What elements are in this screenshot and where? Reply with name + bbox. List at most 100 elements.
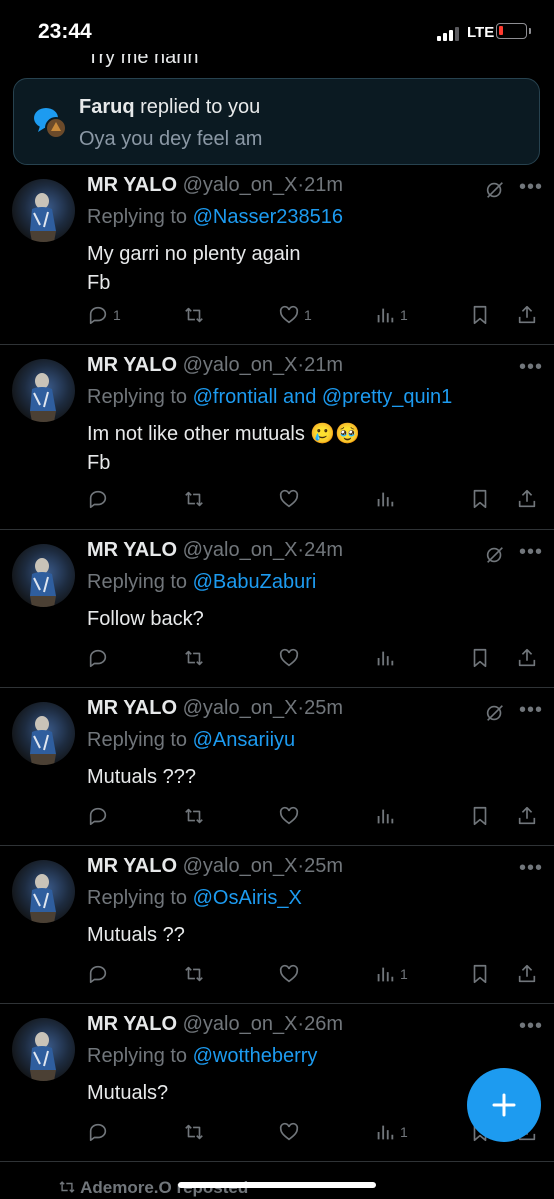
user-handle: @yalo_on_X bbox=[182, 354, 298, 376]
bookmark-button[interactable] bbox=[469, 803, 491, 829]
repost-button[interactable] bbox=[183, 486, 209, 512]
home-indicator[interactable] bbox=[178, 1182, 376, 1188]
grok-icon[interactable] bbox=[484, 702, 506, 724]
bookmark-button[interactable] bbox=[469, 486, 491, 512]
avatar[interactable] bbox=[12, 179, 75, 242]
share-icon bbox=[516, 488, 538, 510]
mention-link[interactable]: @Ansariiyu bbox=[193, 729, 296, 751]
more-options-icon[interactable]: ••• bbox=[519, 699, 543, 722]
tweet-text-line: Mutuals ??? bbox=[87, 766, 196, 788]
avatar[interactable] bbox=[12, 702, 75, 765]
tweet[interactable]: MR YALO @yalo_on_X·26m ••• Replying to @… bbox=[0, 1004, 554, 1162]
replying-to: Replying to @wottheberry bbox=[87, 1045, 318, 1067]
repost-icon bbox=[183, 805, 205, 827]
repost-button[interactable] bbox=[183, 961, 209, 987]
status-bar: 23:44 LTE bbox=[0, 0, 554, 64]
replying-to: Replying to @BabuZaburi bbox=[87, 571, 317, 593]
display-name[interactable]: MR YALO bbox=[87, 1013, 177, 1035]
plus-icon bbox=[492, 1093, 516, 1117]
reply-icon bbox=[87, 1121, 109, 1143]
like-button[interactable] bbox=[278, 1119, 304, 1145]
more-options-icon[interactable]: ••• bbox=[519, 541, 543, 564]
compose-button[interactable] bbox=[467, 1068, 541, 1142]
display-name[interactable]: MR YALO bbox=[87, 174, 177, 196]
toast-title: Faruq replied to you bbox=[79, 96, 261, 118]
like-button[interactable] bbox=[278, 961, 304, 987]
views-button[interactable] bbox=[374, 486, 400, 512]
tweet[interactable]: MR YALO @yalo_on_X·25m ••• Replying to @… bbox=[0, 846, 554, 1004]
display-name[interactable]: MR YALO bbox=[87, 697, 177, 719]
more-options-icon[interactable]: ••• bbox=[519, 857, 543, 880]
mention-link[interactable]: @BabuZaburi bbox=[193, 571, 317, 593]
more-options-icon[interactable]: ••• bbox=[519, 176, 543, 199]
views-icon bbox=[374, 963, 396, 985]
avatar[interactable] bbox=[12, 1018, 75, 1081]
like-icon bbox=[278, 647, 300, 669]
tweet-header: MR YALO @yalo_on_X·21m bbox=[87, 354, 343, 377]
tweet-text: My garri no plenty again Fb bbox=[87, 240, 300, 298]
avatar[interactable] bbox=[12, 860, 75, 923]
mention-link[interactable]: @OsAiris_X bbox=[193, 887, 302, 909]
reply-button[interactable]: 1 bbox=[87, 302, 121, 328]
share-button[interactable] bbox=[516, 803, 538, 829]
repost-indicator: Ademore.O reposted bbox=[58, 1178, 248, 1198]
share-icon bbox=[516, 963, 538, 985]
bookmark-icon bbox=[469, 647, 491, 669]
views-button[interactable]: 1 bbox=[374, 961, 408, 987]
reply-button[interactable] bbox=[87, 803, 113, 829]
replying-to: Replying to @frontiall and @pretty_quin1 bbox=[87, 386, 453, 408]
display-name[interactable]: MR YALO bbox=[87, 855, 177, 877]
more-options-icon[interactable]: ••• bbox=[519, 1015, 543, 1038]
repost-icon bbox=[59, 1181, 75, 1193]
grok-icon[interactable] bbox=[484, 179, 506, 201]
tweet-time: 25m bbox=[304, 697, 343, 719]
views-button[interactable] bbox=[374, 645, 400, 671]
more-options-icon[interactable]: ••• bbox=[519, 356, 543, 379]
tweet-time: 21m bbox=[304, 354, 343, 376]
tweet-text-line: Mutuals ?? bbox=[87, 924, 185, 946]
grok-icon[interactable] bbox=[484, 544, 506, 566]
share-button[interactable] bbox=[516, 302, 538, 328]
views-button[interactable]: 1 bbox=[374, 1119, 408, 1145]
bookmark-button[interactable] bbox=[469, 302, 491, 328]
signal-icon bbox=[437, 27, 463, 41]
share-button[interactable] bbox=[516, 645, 538, 671]
tweet-header: MR YALO @yalo_on_X·24m bbox=[87, 539, 343, 562]
mention-link[interactable]: @frontiall and @pretty_quin1 bbox=[193, 386, 453, 408]
like-button[interactable]: 1 bbox=[278, 302, 312, 328]
views-button[interactable] bbox=[374, 803, 400, 829]
avatar[interactable] bbox=[12, 544, 75, 607]
views-button[interactable]: 1 bbox=[374, 302, 408, 328]
reply-notification-toast[interactable]: Faruq replied to you Oya you dey feel am bbox=[13, 78, 540, 165]
display-name[interactable]: MR YALO bbox=[87, 539, 177, 561]
views-icon bbox=[374, 304, 396, 326]
bookmark-button[interactable] bbox=[469, 961, 491, 987]
reply-button[interactable] bbox=[87, 961, 113, 987]
bookmark-button[interactable] bbox=[469, 645, 491, 671]
mention-link[interactable]: @wottheberry bbox=[193, 1045, 318, 1067]
user-handle: @yalo_on_X bbox=[182, 697, 298, 719]
tweet-text-line: Mutuals? bbox=[87, 1082, 169, 1104]
repost-button[interactable] bbox=[183, 803, 209, 829]
bookmark-icon bbox=[469, 488, 491, 510]
display-name[interactable]: MR YALO bbox=[87, 354, 177, 376]
like-button[interactable] bbox=[278, 486, 304, 512]
reply-bubble-icon bbox=[32, 104, 68, 140]
repost-button[interactable] bbox=[183, 1119, 209, 1145]
like-button[interactable] bbox=[278, 803, 304, 829]
tweet[interactable]: MR YALO @yalo_on_X·24m ••• Replying to @… bbox=[0, 530, 554, 688]
tweet[interactable]: MR YALO @yalo_on_X·21m ••• Replying to @… bbox=[0, 345, 554, 530]
share-button[interactable] bbox=[516, 486, 538, 512]
tweet[interactable]: MR YALO @yalo_on_X·25m ••• Replying to @… bbox=[0, 688, 554, 846]
like-button[interactable] bbox=[278, 645, 304, 671]
repost-button[interactable] bbox=[183, 302, 209, 328]
avatar[interactable] bbox=[12, 359, 75, 422]
reply-button[interactable] bbox=[87, 1119, 113, 1145]
reply-button[interactable] bbox=[87, 486, 113, 512]
repost-button[interactable] bbox=[183, 645, 209, 671]
reply-button[interactable] bbox=[87, 645, 113, 671]
user-handle: @yalo_on_X bbox=[182, 174, 298, 196]
mention-link[interactable]: @Nasser238516 bbox=[193, 206, 343, 228]
tweet[interactable]: MR YALO @yalo_on_X·21m ••• Replying to @… bbox=[0, 165, 554, 345]
share-button[interactable] bbox=[516, 961, 538, 987]
